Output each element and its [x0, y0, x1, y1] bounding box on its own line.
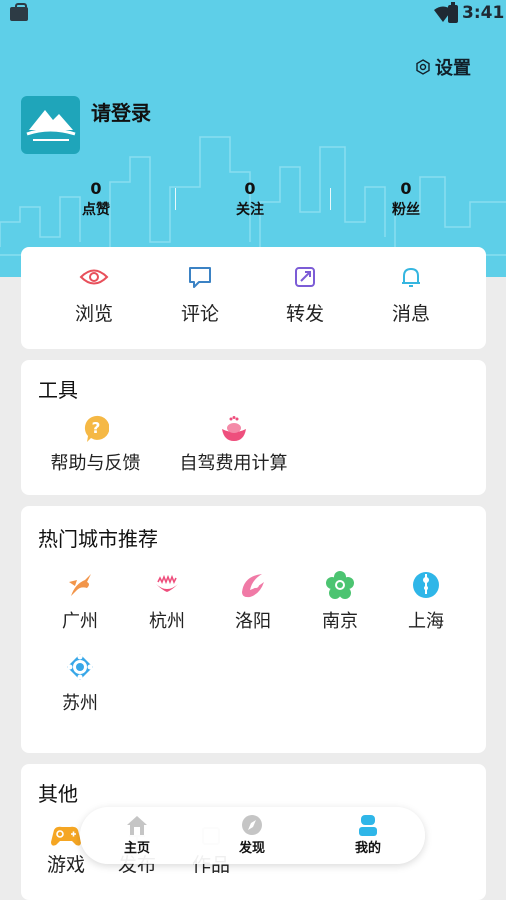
following-count: 0 [244, 179, 256, 198]
tools-card: 工具 ? 帮助与反馈 自驾费用计算 [21, 360, 486, 495]
city-suzhou[interactable]: 苏州 [45, 652, 115, 715]
suzhou-icon [67, 654, 93, 680]
profile-header: 3:41 设置 请登录 0 点赞 0 关注 0 粉丝 [0, 0, 506, 277]
bell-icon [402, 268, 420, 287]
battery-icon [448, 2, 458, 23]
stat-divider [175, 188, 176, 210]
city-guangzhou[interactable]: 广州 [45, 570, 115, 633]
profile-label: 我的 [354, 841, 381, 856]
tool-driving-cost[interactable]: 自驾费用计算 [176, 415, 291, 475]
login-prompt[interactable]: 请登录 [91, 97, 151, 126]
hot-cities-title: 热门城市推荐 [38, 527, 158, 551]
help-icon: ? [84, 415, 109, 442]
guangzhou-label: 广州 [62, 611, 98, 632]
quick-share[interactable]: 转发 [265, 265, 345, 326]
mountain-logo-icon [26, 110, 76, 141]
guangzhou-icon [69, 574, 91, 596]
messages-label: 消息 [391, 303, 430, 325]
likes-count: 0 [90, 179, 102, 198]
status-time: 3:41 [462, 3, 505, 23]
gear-icon [416, 59, 430, 75]
stat-likes[interactable]: 0 点赞 [46, 178, 146, 220]
svg-text:?: ? [91, 419, 100, 437]
luoyang-label: 洛阳 [235, 611, 271, 632]
quick-comment[interactable]: 评论 [160, 265, 240, 326]
driving-cost-label: 自驾费用计算 [179, 453, 288, 474]
hangzhou-label: 杭州 [149, 611, 185, 632]
share-label: 转发 [285, 303, 324, 325]
stat-followers[interactable]: 0 粉丝 [356, 178, 456, 220]
notification-bag-icon [10, 3, 28, 21]
stat-divider [330, 188, 331, 210]
status-bar: 3:41 [0, 0, 506, 28]
discover-icon [242, 815, 262, 835]
app-logo-avatar[interactable] [21, 96, 80, 154]
settings-label: 设置 [435, 58, 471, 79]
ingot-icon [221, 416, 246, 441]
city-luoyang[interactable]: 洛阳 [218, 570, 288, 633]
profile-icon [359, 815, 377, 836]
city-nanjing[interactable]: 南京 [305, 570, 375, 633]
suzhou-label: 苏州 [62, 693, 98, 714]
comment-icon [189, 267, 211, 288]
nav-discover[interactable]: 发现 [222, 814, 282, 856]
likes-label: 点赞 [82, 202, 110, 218]
tools-title: 工具 [38, 378, 78, 402]
settings-button[interactable]: 设置 [415, 54, 471, 80]
following-label: 关注 [236, 202, 264, 218]
followers-count: 0 [400, 179, 412, 198]
stats-row: 0 点赞 0 关注 0 粉丝 [0, 178, 506, 228]
home-icon [127, 816, 147, 835]
nanjing-label: 南京 [322, 611, 358, 632]
quick-messages[interactable]: 消息 [371, 265, 451, 326]
nav-home[interactable]: 主页 [107, 814, 167, 856]
help-feedback-label: 帮助与反馈 [50, 453, 141, 474]
eye-icon [79, 269, 109, 285]
browse-label: 浏览 [74, 303, 113, 325]
city-hangzhou[interactable]: 杭州 [132, 570, 202, 633]
quick-browse[interactable]: 浏览 [54, 265, 134, 326]
nanjing-icon [326, 571, 354, 599]
share-icon [295, 267, 315, 287]
city-shanghai[interactable]: 上海 [391, 570, 461, 633]
followers-label: 粉丝 [392, 202, 420, 218]
bottom-nav: 主页 发现 我的 [80, 807, 425, 864]
stat-following[interactable]: 0 关注 [200, 178, 300, 220]
discover-label: 发现 [238, 841, 265, 856]
tool-help-feedback[interactable]: ? 帮助与反馈 [48, 415, 143, 475]
quick-actions-card: 浏览 评论 转发 消息 [21, 247, 486, 349]
hot-cities-card: 热门城市推荐 广州 杭州 洛阳 南京 上海 苏州 [21, 506, 486, 753]
gamepad-icon [51, 826, 81, 846]
shanghai-icon [413, 572, 439, 598]
home-label: 主页 [123, 841, 150, 856]
shanghai-label: 上海 [408, 611, 444, 632]
hangzhou-icon [156, 574, 178, 592]
nav-profile[interactable]: 我的 [338, 814, 398, 856]
luoyang-icon [242, 574, 264, 598]
other-title: 其他 [38, 782, 78, 806]
comment-label: 评论 [180, 303, 219, 325]
